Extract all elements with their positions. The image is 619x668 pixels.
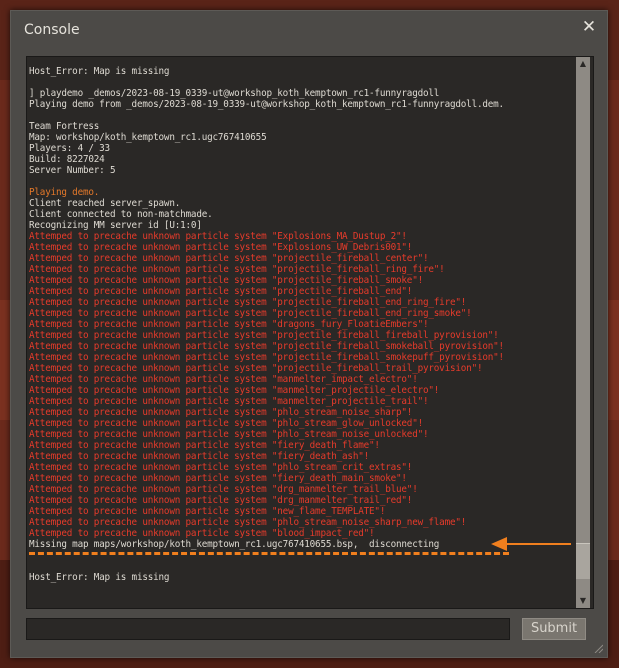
submit-button[interactable]: Submit: [522, 618, 586, 640]
console-line: Attemped to precache unknown particle sy…: [29, 385, 440, 396]
console-line: Recognizing MM server id [U:1:0]: [29, 220, 202, 231]
console-line: Attemped to precache unknown particle sy…: [29, 330, 499, 341]
console-line: Attemped to precache unknown particle sy…: [29, 363, 483, 374]
console-line: Attemped to precache unknown particle sy…: [29, 374, 418, 385]
console-line: Players: 4 / 33: [29, 143, 110, 154]
console-line: Attemped to precache unknown particle sy…: [29, 495, 413, 506]
console-line: Attemped to precache unknown particle sy…: [29, 231, 407, 242]
console-line: Attemped to precache unknown particle sy…: [29, 484, 418, 495]
console-line: Attemped to precache unknown particle sy…: [29, 451, 370, 462]
scrollbar-track[interactable]: [576, 71, 590, 594]
console-line: Attemped to precache unknown particle sy…: [29, 352, 504, 363]
console-log: Host_Error: Map is missing ] playdemo _de…: [29, 66, 573, 583]
console-line: Attemped to precache unknown particle sy…: [29, 418, 423, 429]
console-line: Map: workshop/koth_kemptown_rc1.ugc76741…: [29, 132, 267, 143]
scrollbar-thumb[interactable]: [576, 543, 590, 579]
console-line: Attemped to precache unknown particle sy…: [29, 506, 386, 517]
resize-grip-icon[interactable]: [593, 643, 603, 653]
annotation-dashed-underline: [29, 552, 509, 555]
window-title: Console: [24, 22, 80, 38]
console-line: Attemped to precache unknown particle sy…: [29, 396, 429, 407]
console-line: Attemped to precache unknown particle sy…: [29, 308, 472, 319]
console-line: Attemped to precache unknown particle sy…: [29, 319, 429, 330]
command-input[interactable]: [26, 618, 510, 640]
console-line: Client reached server_spawn.: [29, 198, 181, 209]
console-line: ] playdemo _demos/2023-08-19_0339-ut@wor…: [29, 88, 440, 99]
console-line: Playing demo.: [29, 187, 100, 198]
console-line: Attemped to precache unknown particle sy…: [29, 297, 467, 308]
scroll-up-arrow-icon[interactable]: ▲: [576, 57, 590, 71]
console-line: Server Number: 5: [29, 165, 116, 176]
console-output[interactable]: Host_Error: Map is missing ] playdemo _de…: [26, 56, 594, 609]
console-line: Attemped to precache unknown particle sy…: [29, 407, 413, 418]
console-line: Attemped to precache unknown particle sy…: [29, 286, 413, 297]
scroll-down-arrow-icon[interactable]: ▼: [576, 594, 590, 608]
console-line: Playing demo from _demos/2023-08-19_0339…: [29, 99, 504, 110]
console-line: Attemped to precache unknown particle sy…: [29, 242, 413, 253]
console-line: Attemped to precache unknown particle sy…: [29, 275, 423, 286]
console-line: Client connected to non-matchmade.: [29, 209, 213, 220]
console-line: Attemped to precache unknown particle sy…: [29, 440, 380, 451]
console-line: Host_Error: Map is missing: [29, 572, 170, 583]
console-line: Attemped to precache unknown particle sy…: [29, 429, 429, 440]
console-scrollbar[interactable]: ▲ ▼: [576, 57, 590, 608]
console-line: Team Fortress: [29, 121, 100, 132]
console-window: Console ✕ Host_Error: Map is missing ] pl…: [10, 10, 608, 658]
console-line: Build: 8227024: [29, 154, 105, 165]
console-line: Attemped to precache unknown particle sy…: [29, 341, 504, 352]
console-line: Attemped to precache unknown particle sy…: [29, 462, 413, 473]
console-line: Attemped to precache unknown particle sy…: [29, 473, 407, 484]
console-line: Host_Error: Map is missing: [29, 66, 170, 77]
console-line: Attemped to precache unknown particle sy…: [29, 517, 467, 528]
annotation-arrow-icon: [491, 537, 571, 551]
console-line: Attemped to precache unknown particle sy…: [29, 264, 445, 275]
console-line: Attemped to precache unknown particle sy…: [29, 253, 429, 264]
close-button[interactable]: ✕: [580, 17, 598, 37]
